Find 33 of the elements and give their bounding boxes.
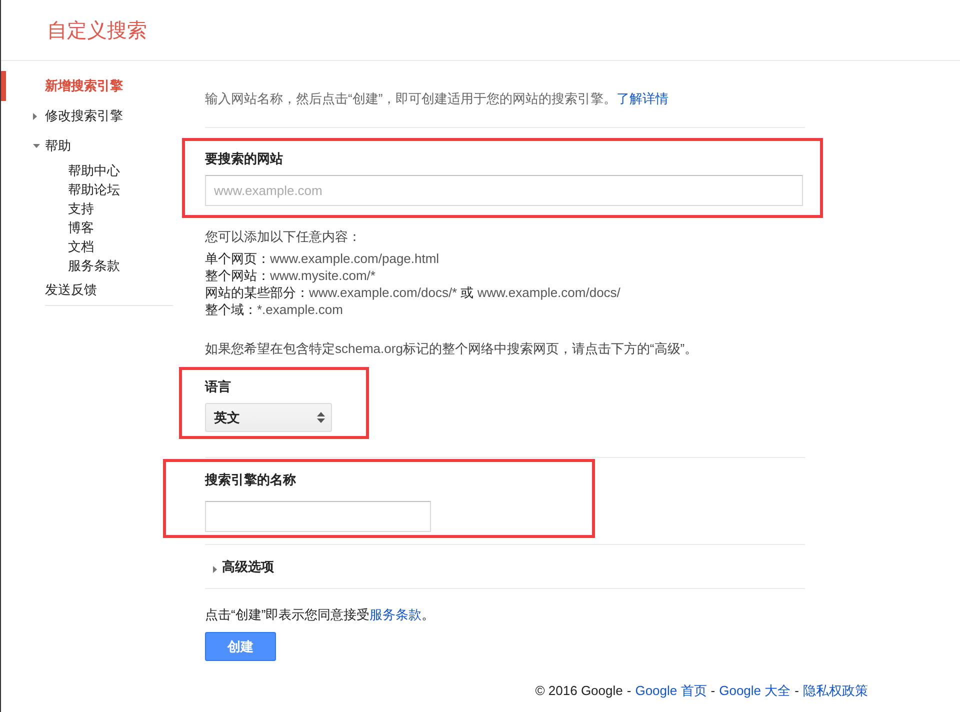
schema-note: 如果您希望在包含特定schema.org标记的整个网络中搜索网页，请点击下方的“高级”。: [205, 340, 699, 357]
sidebar-item[interactable]: 修改搜索引擎: [1, 101, 176, 131]
examples-heading: 您可以添加以下任意内容：: [205, 228, 362, 245]
up-down-arrows-icon: [317, 412, 325, 423]
learn-more-link[interactable]: 了解详情: [616, 91, 669, 106]
example-line: 网站的某些部分：www.example.com/docs/* 或 www.example.com/docs/: [205, 284, 620, 301]
terms-link[interactable]: 服务条款: [370, 607, 422, 622]
sidebar-subitem[interactable]: 帮助论坛: [68, 180, 120, 199]
advanced-options-toggle[interactable]: 高级选项: [205, 558, 805, 575]
site-input[interactable]: www.example.com: [205, 175, 803, 206]
footer-text: © 2016 Google - Google 首页 - Google 大全 - 隐私权政策: [535, 682, 868, 699]
footer-link[interactable]: 隐私权政策: [803, 683, 868, 698]
language-select[interactable]: 英文: [205, 403, 332, 432]
sidebar-subitem[interactable]: 帮助中心: [68, 161, 120, 180]
sidebar-item[interactable]: 发送反馈: [1, 275, 176, 305]
sidebar-item[interactable]: 新增搜索引擎: [1, 71, 176, 101]
intro-text: 输入网站名称，然后点击“创建”，即可创建适用于您的网站的搜索引擎。了解详情: [205, 90, 670, 107]
field-label: 要搜索的网站: [205, 150, 284, 167]
example-line: 整个网站：www.mysite.com/*: [205, 267, 376, 284]
sidebar-subitem[interactable]: 服务条款: [68, 256, 120, 275]
footer-link[interactable]: Google 首页: [635, 683, 707, 698]
terms-text: 点击“创建”即表示您同意接受服务条款。: [205, 606, 436, 623]
footer-link[interactable]: Google 大全: [719, 683, 791, 698]
name-input[interactable]: [205, 501, 431, 532]
sidebar-subitem[interactable]: 支持: [68, 199, 94, 218]
page-title: 自定义搜索: [47, 19, 147, 44]
example-line: 整个域：*.example.com: [205, 301, 343, 318]
sidebar-item[interactable]: 帮助: [1, 131, 176, 161]
field-label: 搜索引擎的名称: [205, 471, 297, 488]
field-label: 语言: [205, 378, 232, 395]
sidebar-subitem[interactable]: 博客: [68, 218, 94, 237]
sidebar-subitem[interactable]: 文档: [68, 237, 94, 256]
example-line: 单个网页：www.example.com/page.html: [205, 250, 440, 267]
